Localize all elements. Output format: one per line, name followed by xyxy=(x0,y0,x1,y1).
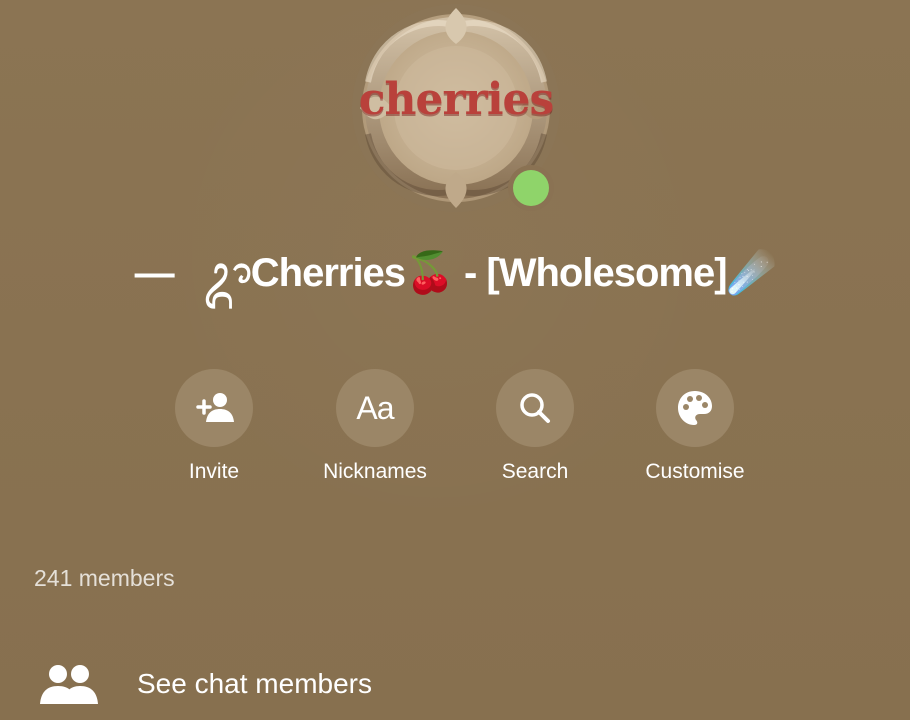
members-count: 241 members xyxy=(34,565,175,591)
invite-button[interactable] xyxy=(175,369,253,447)
invite-label: Invite xyxy=(188,460,240,483)
search-action[interactable]: Search xyxy=(471,369,599,485)
nicknames-action[interactable]: Aa Nicknames xyxy=(311,369,439,485)
invite-action[interactable]: Invite xyxy=(150,369,278,485)
add-person-icon xyxy=(196,393,234,422)
see-chat-members-row[interactable]: See chat members xyxy=(34,654,514,714)
customise-action[interactable]: Customise xyxy=(631,369,759,485)
people-icon xyxy=(40,665,98,704)
search-label: Search xyxy=(501,460,569,483)
online-status-indicator xyxy=(508,165,554,211)
customise-label: Customise xyxy=(645,460,745,483)
customise-button[interactable] xyxy=(656,369,734,447)
chat-actions: Invite Aa Nicknames Search Customise xyxy=(150,369,790,489)
search-button[interactable] xyxy=(496,369,574,447)
see-chat-members-label: See chat members xyxy=(137,668,372,699)
nicknames-label: Nicknames xyxy=(323,460,427,483)
chat-title: —⠀ᬊCherries🍒 - [Wholesome]☄️ xyxy=(134,251,777,295)
chat-details-page: cherries —⠀ᬊCherries🍒 - [Wholesome]☄️ In… xyxy=(0,0,910,720)
search-icon xyxy=(520,393,550,423)
avatar-logo-text: cherries xyxy=(358,74,555,125)
aa-text-icon: Aa xyxy=(356,390,394,426)
online-dot-icon xyxy=(513,170,549,206)
nicknames-button[interactable]: Aa xyxy=(336,369,414,447)
palette-icon xyxy=(678,391,712,425)
chat-avatar-container: cherries xyxy=(350,2,562,214)
